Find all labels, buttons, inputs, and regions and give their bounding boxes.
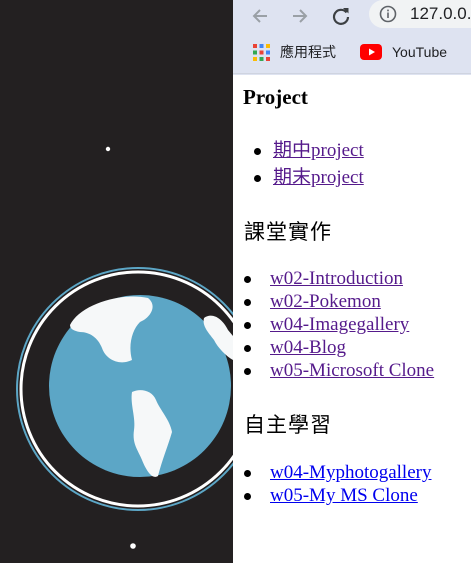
youtube-icon	[360, 44, 382, 60]
back-button[interactable]	[246, 2, 274, 30]
self-study-link[interactable]: w04-Myphotogallery	[270, 462, 431, 483]
bookmarks-bar: 應用程式 YouTube	[233, 34, 471, 72]
earth-scene	[0, 0, 233, 563]
classwork-link[interactable]: w02-Introduction	[270, 268, 403, 289]
star	[105, 146, 111, 152]
project-list: 期中project 期末project	[254, 137, 364, 191]
browser-toolbar: 127.0.0.	[233, 0, 471, 34]
classwork-link[interactable]: w04-Blog	[270, 337, 346, 358]
arrow-left-icon	[252, 9, 267, 23]
bookmark-label: 應用程式	[280, 44, 336, 60]
page-content: Project 期中project 期末project 課堂實作 w02-Int…	[233, 75, 471, 563]
classwork-list: w02-Introduction w02-Pokemon w04-Imagega…	[243, 267, 434, 382]
reload-icon	[332, 8, 350, 25]
list-item: 期末project	[254, 164, 364, 191]
bookmark-youtube[interactable]: YouTube	[360, 42, 447, 62]
list-item: w02-Pokemon	[243, 290, 434, 313]
reload-button[interactable]	[327, 2, 355, 30]
list-item: w04-Imagegallery	[243, 313, 434, 336]
bookmark-apps[interactable]: 應用程式	[253, 42, 336, 62]
forward-button[interactable]	[286, 2, 314, 30]
star	[130, 543, 136, 549]
classwork-link[interactable]: w02-Pokemon	[270, 291, 381, 312]
apps-grid-icon	[253, 43, 270, 61]
earth-illustration	[16, 146, 233, 549]
list-item: w04-Myphotogallery	[243, 461, 431, 484]
address-bar[interactable]: 127.0.0.	[369, 0, 471, 28]
url-text[interactable]: 127.0.0.	[410, 4, 471, 24]
bookmark-label: YouTube	[392, 44, 448, 60]
list-item: w05-Microsoft Clone	[243, 359, 434, 382]
classwork-link[interactable]: w05-Microsoft Clone	[270, 360, 434, 381]
list-item: w02-Introduction	[243, 267, 434, 290]
self-study-list: w04-Myphotogallery w05-My MS Clone	[243, 461, 431, 507]
browser-chrome: 127.0.0. 應用程式 YouTube	[233, 0, 471, 75]
project-link-final[interactable]: 期末project	[273, 167, 364, 188]
info-icon[interactable]	[379, 5, 397, 23]
list-item: w04-Blog	[243, 336, 434, 359]
list-item: 期中project	[254, 137, 364, 164]
list-item: w05-My MS Clone	[243, 484, 431, 507]
classwork-heading: 課堂實作	[244, 220, 332, 244]
classwork-link[interactable]: w04-Imagegallery	[270, 314, 409, 335]
arrow-right-icon	[293, 9, 308, 23]
self-study-heading: 自主學習	[244, 413, 332, 437]
toolbar-divider	[233, 73, 471, 74]
project-link-midterm[interactable]: 期中project	[273, 140, 364, 161]
self-study-link[interactable]: w05-My MS Clone	[270, 485, 418, 506]
project-heading: Project	[243, 85, 308, 109]
